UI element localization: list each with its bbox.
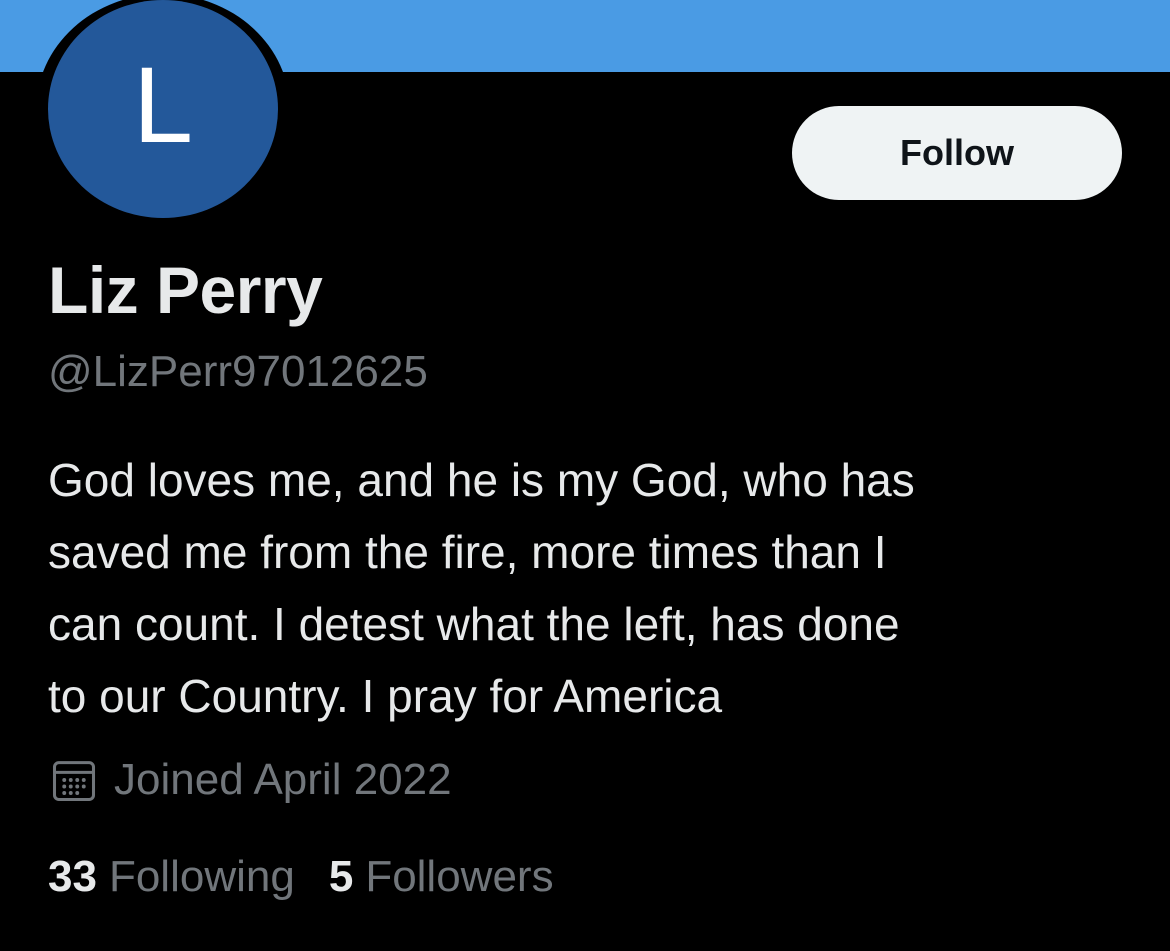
joined-date: Joined April 2022 [114,755,452,804]
calendar-icon [48,754,100,806]
user-handle: @LizPerr97012625 [48,347,428,396]
followers-count: 5 [328,852,354,901]
profile-bio: God loves me, and he is my God, who has … [48,444,1138,732]
avatar-initial: L [132,44,194,165]
followers-link[interactable]: 5 Followers [329,852,554,902]
following-link[interactable]: 33 Following [48,852,295,902]
joined-date-row: Joined April 2022 [48,752,452,808]
avatar[interactable]: L [48,0,278,218]
followers-label: Followers [365,852,554,901]
following-label: Following [108,852,295,901]
bio-line: saved me from the fire, more times than … [48,526,887,578]
bio-line: God loves me, and he is my God, who has [48,454,915,506]
bio-line: can count. I detest what the left, has d… [48,598,900,650]
bio-line: to our Country. I pray for America [48,670,723,722]
follow-button[interactable]: Follow [792,106,1122,200]
follow-stats: 33 Following 5 Followers [48,848,588,906]
following-count: 33 [48,852,97,901]
display-name: Liz Perry [48,253,323,327]
